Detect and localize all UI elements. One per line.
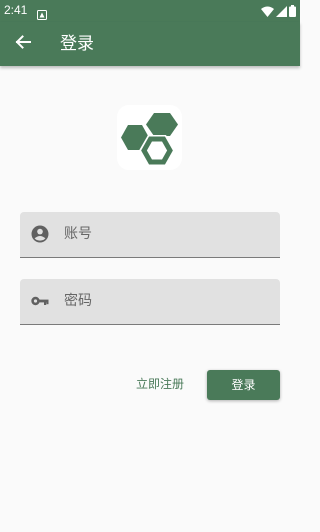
password-field[interactable] <box>20 279 280 325</box>
arrow-left-icon <box>15 34 31 54</box>
notification-icon <box>37 5 47 20</box>
login-button[interactable]: 登录 <box>207 370 280 400</box>
page-title: 登录 <box>60 34 94 54</box>
back-button[interactable] <box>10 31 36 57</box>
account-circle-icon <box>30 224 50 244</box>
battery-icon <box>289 2 296 21</box>
wifi-icon <box>261 2 274 21</box>
status-time: 2:41 <box>4 3 28 17</box>
hexagons-logo-icon <box>117 113 182 174</box>
signal-icon <box>276 2 287 21</box>
key-icon <box>30 291 50 311</box>
password-input[interactable] <box>64 291 264 311</box>
status-icons <box>261 4 296 17</box>
status-bar: 2:41 <box>0 0 300 22</box>
register-button[interactable]: 立即注册 <box>133 370 187 398</box>
account-input[interactable] <box>64 224 264 244</box>
app-bar: 登录 <box>0 22 300 66</box>
app-logo <box>117 105 182 170</box>
account-field[interactable] <box>20 212 280 258</box>
